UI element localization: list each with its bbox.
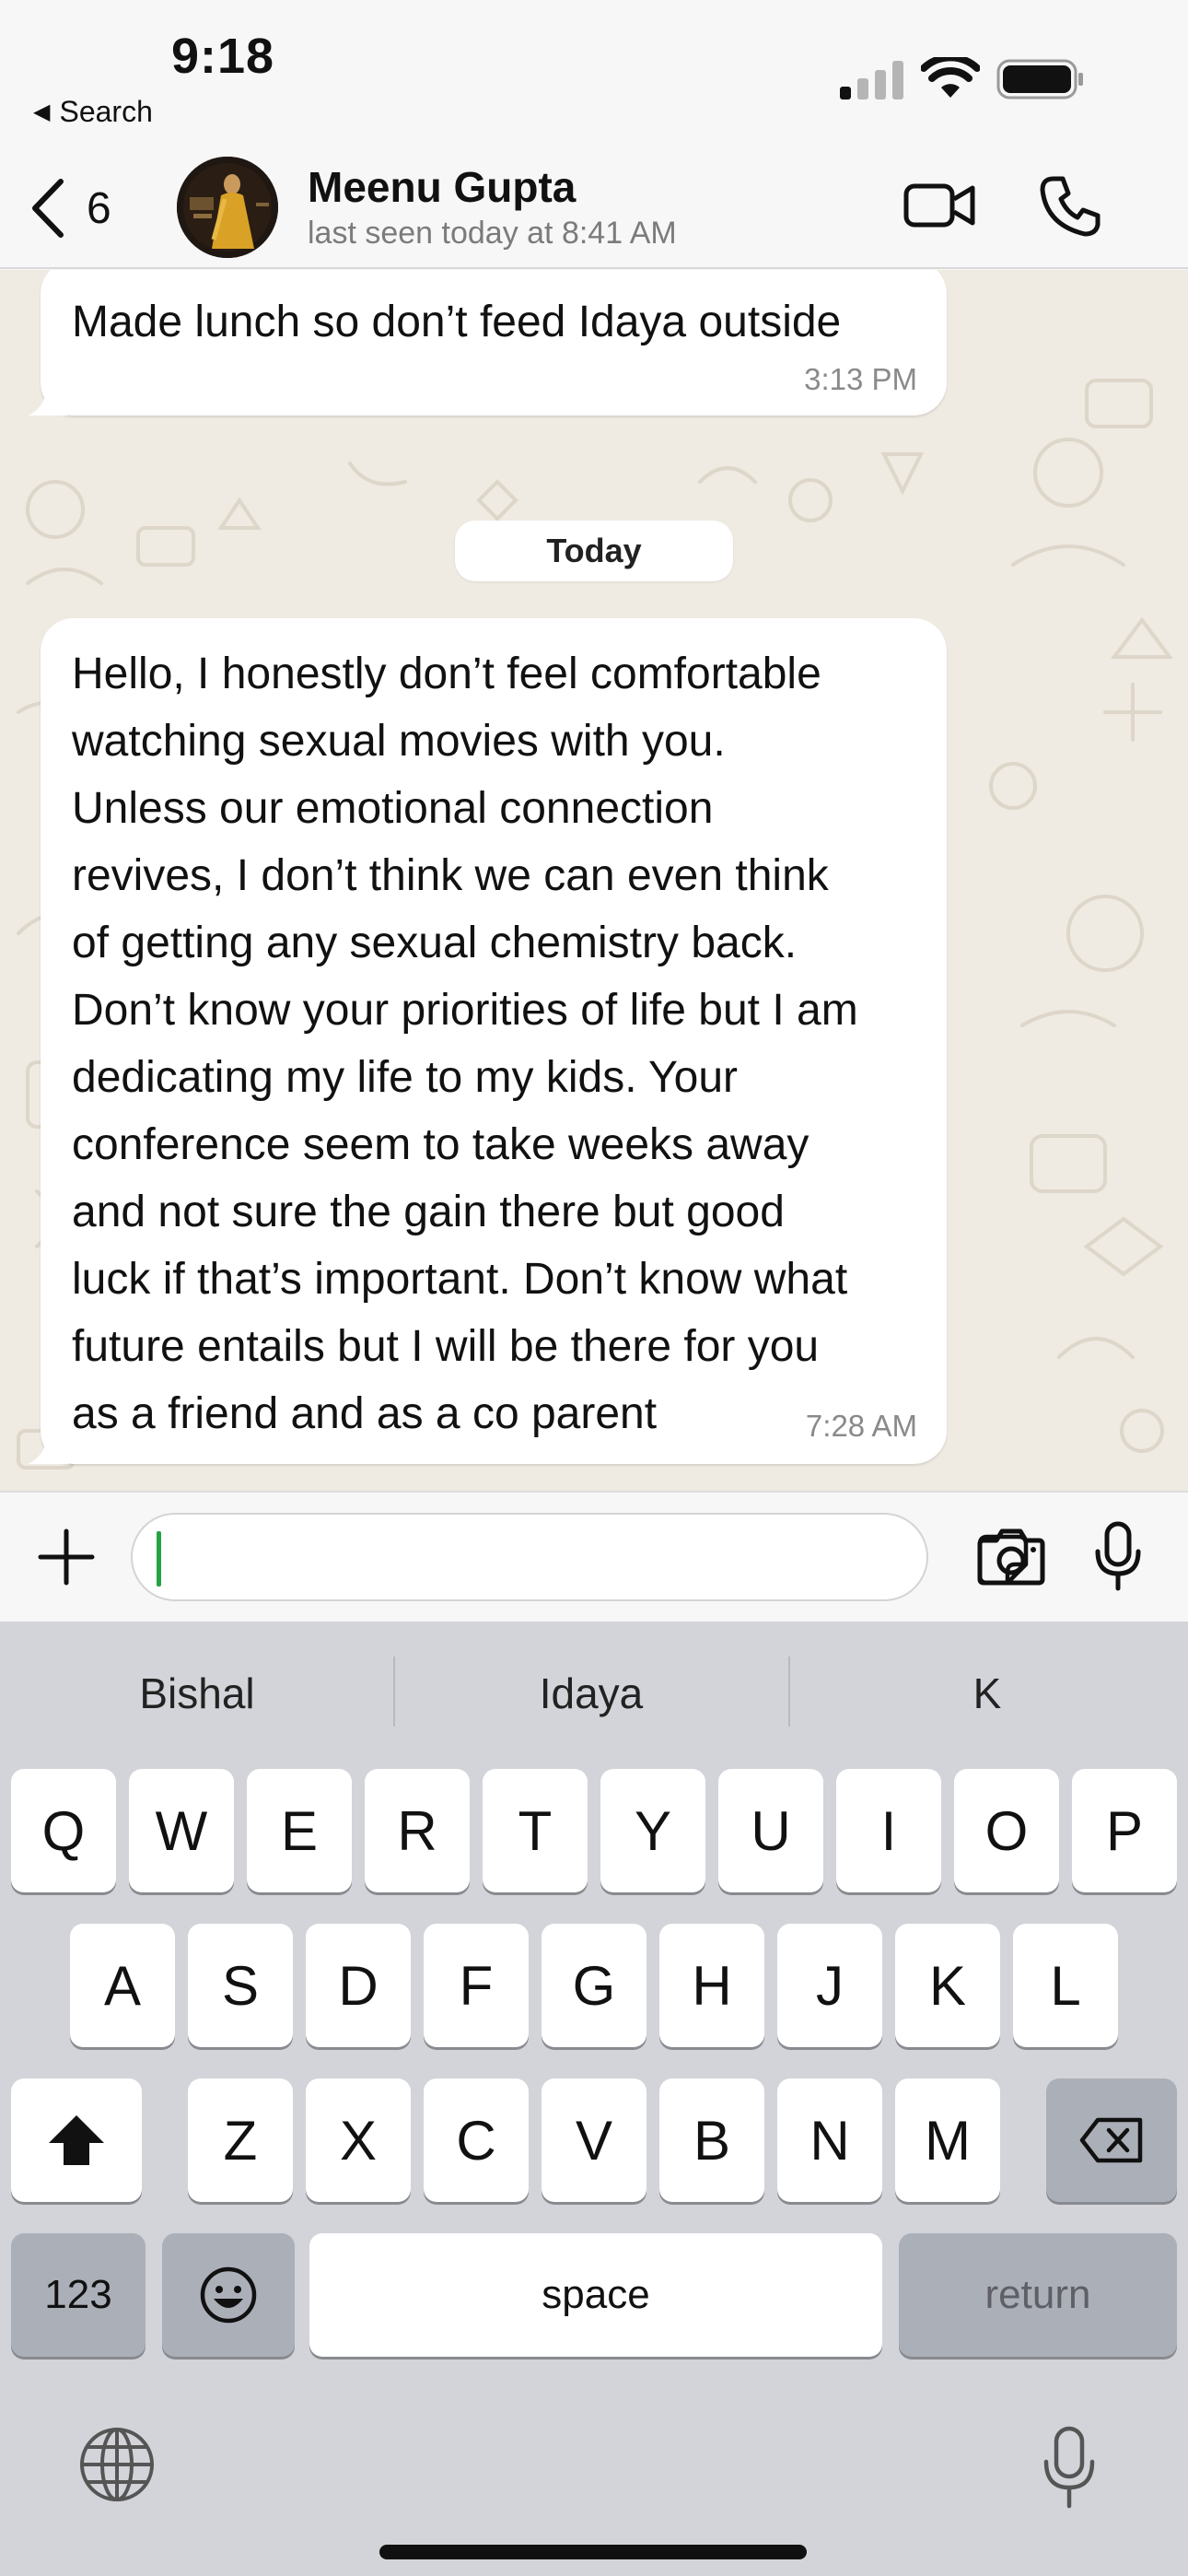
key-r[interactable]: R — [365, 1769, 470, 1892]
key-i[interactable]: I — [836, 1769, 941, 1892]
key-m[interactable]: M — [895, 2078, 1000, 2202]
avatar-image — [177, 157, 278, 258]
home-indicator[interactable] — [379, 2545, 807, 2559]
message-text: Made lunch so don’t feed Idaya outside — [72, 298, 842, 346]
text-caret — [157, 1531, 161, 1587]
space-key[interactable]: space — [309, 2233, 882, 2357]
message-input-bar — [0, 1491, 1188, 1622]
key-g[interactable]: G — [542, 1924, 646, 2047]
message-bubble[interactable]: Hello, I honestly don’t feel comfortable… — [28, 618, 947, 1464]
suggestion-divider — [788, 1657, 790, 1727]
backspace-icon — [1079, 2117, 1143, 2163]
key-v[interactable]: V — [542, 2078, 646, 2202]
suggestion-item[interactable]: K — [794, 1658, 1181, 1728]
back-to-search-link[interactable]: ◀ Search — [33, 95, 153, 129]
plus-icon[interactable] — [37, 1528, 96, 1587]
shift-icon — [49, 2115, 104, 2165]
microphone-icon[interactable] — [1092, 1520, 1144, 1592]
backspace-key[interactable] — [1046, 2078, 1177, 2202]
key-f[interactable]: F — [424, 1924, 529, 2047]
emoji-icon — [200, 2266, 257, 2324]
message-timestamp: 7:28 AM — [805, 1409, 917, 1443]
camera-icon[interactable] — [976, 1526, 1046, 1587]
back-triangle-icon: ◀ — [33, 100, 51, 124]
message-bubble[interactable]: Made lunch so don’t feed Idaya outside 3… — [28, 270, 947, 416]
key-j[interactable]: J — [777, 1924, 882, 2047]
contact-name[interactable]: Meenu Gupta — [308, 162, 576, 212]
key-u[interactable]: U — [718, 1769, 823, 1892]
key-c[interactable]: C — [424, 2078, 529, 2202]
back-to-search-label: Search — [59, 95, 153, 128]
suggestion-item[interactable]: Bishal — [4, 1658, 390, 1728]
date-separator: Today — [455, 521, 733, 581]
bubble-tail — [28, 1427, 68, 1464]
chat-area[interactable]: Made lunch so don’t feed Idaya outside 3… — [0, 270, 1188, 1491]
key-k[interactable]: K — [895, 1924, 1000, 2047]
numbers-key[interactable]: 123 — [11, 2233, 146, 2357]
dictation-icon[interactable] — [1041, 2425, 1098, 2510]
emoji-key[interactable] — [162, 2233, 295, 2357]
chevron-left-icon — [32, 179, 64, 238]
message-input[interactable] — [131, 1513, 1029, 1601]
key-q[interactable]: Q — [11, 1769, 116, 1892]
cellular-signal-icon — [840, 61, 903, 100]
key-p[interactable]: P — [1072, 1769, 1177, 1892]
suggestion-item[interactable]: Idaya — [398, 1658, 785, 1728]
bubble-tail — [28, 379, 68, 416]
key-t[interactable]: T — [483, 1769, 588, 1892]
key-b[interactable]: B — [659, 2078, 764, 2202]
avatar[interactable] — [177, 157, 278, 258]
unread-count: 6 — [87, 183, 111, 233]
key-l[interactable]: L — [1013, 1924, 1118, 2047]
keyboard: Bishal Idaya K Q W E R T Y U I O P A S D… — [0, 1622, 1188, 2576]
battery-icon — [996, 59, 1083, 100]
phone-call-icon[interactable] — [1039, 173, 1103, 238]
key-x[interactable]: X — [306, 2078, 411, 2202]
key-a[interactable]: A — [70, 1924, 175, 2047]
message-text: Hello, I honestly don’t feel comfortable… — [72, 650, 858, 1438]
status-time: 9:18 — [171, 29, 275, 84]
message-timestamp: 3:13 PM — [804, 362, 917, 396]
last-seen-status: last seen today at 8:41 AM — [308, 216, 677, 251]
key-o[interactable]: O — [954, 1769, 1059, 1892]
predictive-suggestions: Bishal Idaya K — [0, 1622, 1188, 1760]
back-button[interactable]: 6 — [29, 173, 111, 243]
return-key[interactable]: return — [899, 2233, 1177, 2357]
status-bar: 9:18 ◀ Search — [0, 0, 1188, 161]
key-h[interactable]: H — [659, 1924, 764, 2047]
key-y[interactable]: Y — [600, 1769, 705, 1892]
key-e[interactable]: E — [247, 1769, 352, 1892]
wifi-icon — [921, 57, 980, 98]
key-w[interactable]: W — [129, 1769, 234, 1892]
key-n[interactable]: N — [777, 2078, 882, 2202]
key-z[interactable]: Z — [188, 2078, 293, 2202]
shift-key[interactable] — [11, 2078, 142, 2202]
key-d[interactable]: D — [306, 1924, 411, 2047]
globe-icon[interactable] — [77, 2425, 157, 2504]
suggestion-divider — [393, 1657, 395, 1727]
key-s[interactable]: S — [188, 1924, 293, 2047]
chat-header: 6 Meenu Gupta last seen today at 8:41 AM — [0, 147, 1188, 269]
video-call-icon[interactable] — [903, 175, 976, 236]
